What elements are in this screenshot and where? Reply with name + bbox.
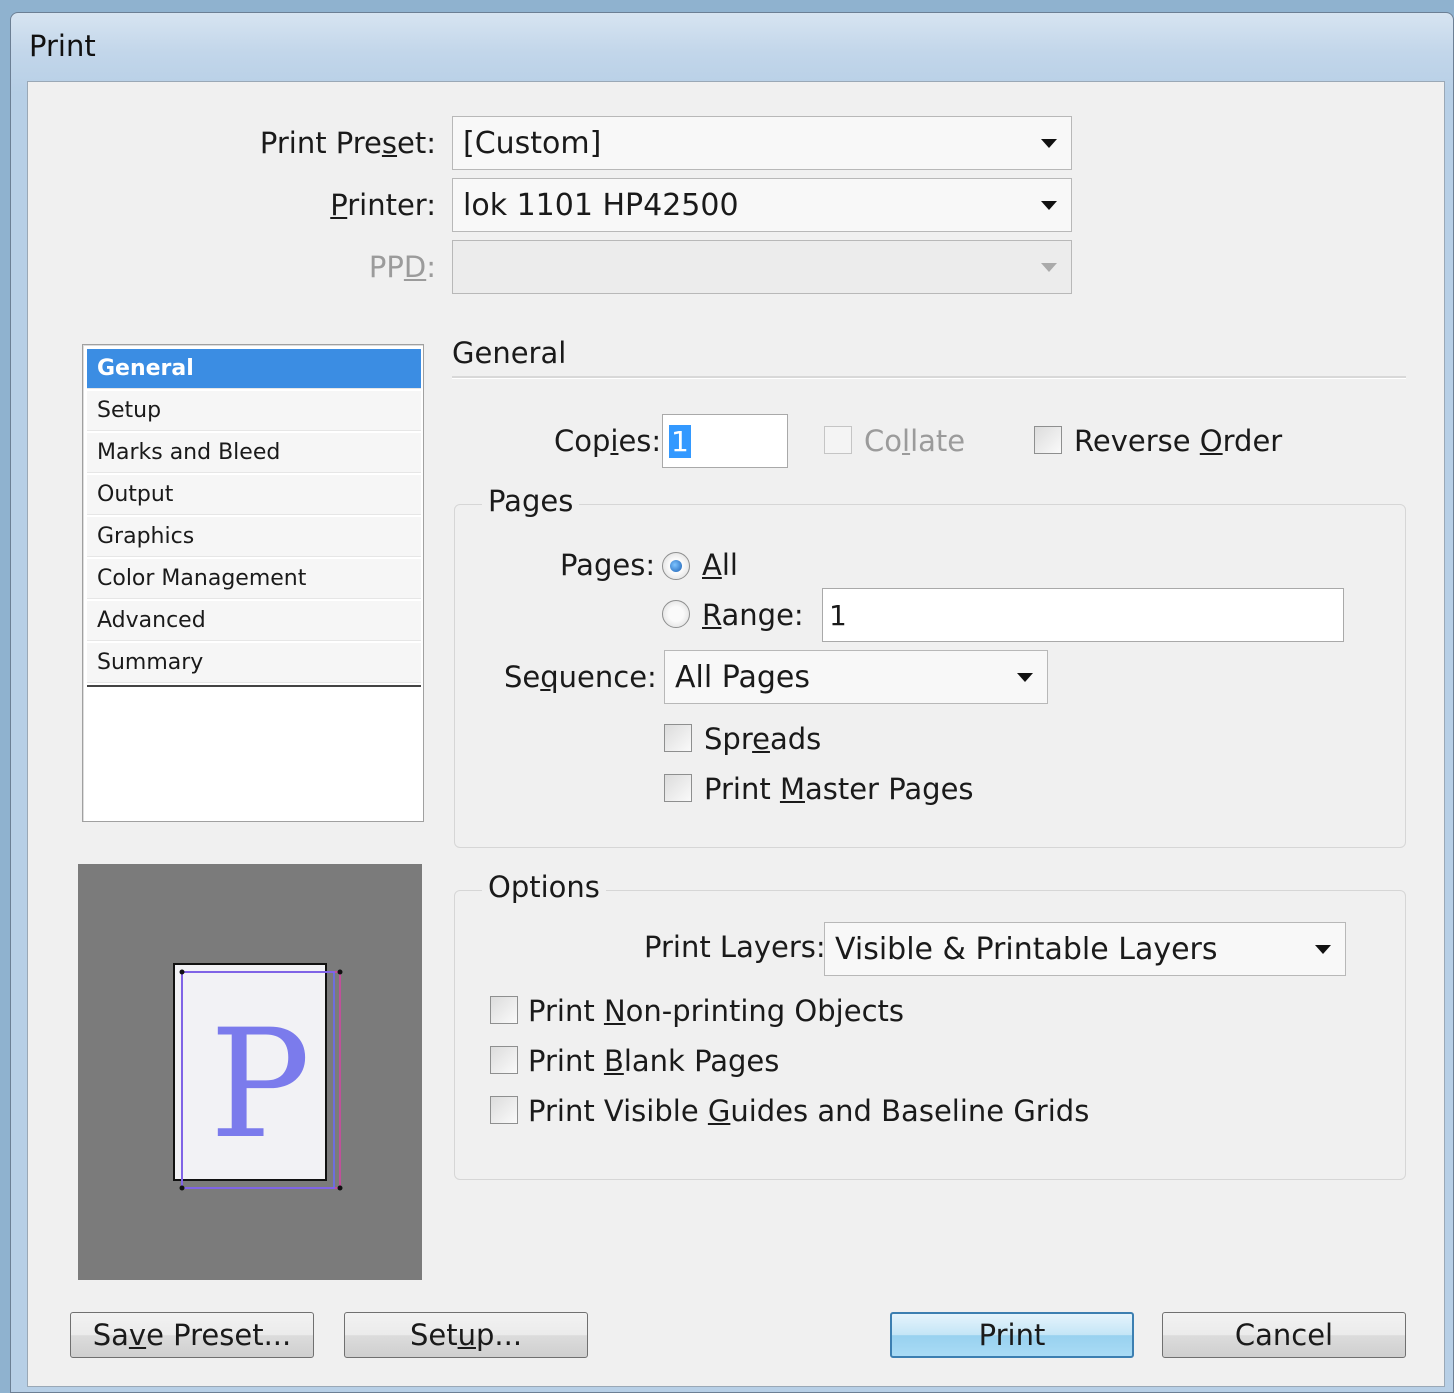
chevron-down-icon: [1041, 139, 1057, 148]
sequence-select[interactable]: All Pages: [664, 650, 1048, 704]
printer-value: lok 1101 HP42500: [463, 187, 739, 223]
print-blank-pages-checkbox[interactable]: [490, 1046, 518, 1074]
options-group-title: Options: [482, 870, 606, 904]
print-master-pages-checkbox[interactable]: [664, 774, 692, 802]
printer-label: Printer:: [330, 188, 436, 222]
page-preview-graphic: P: [173, 963, 343, 1191]
print-nonprinting-checkbox[interactable]: [490, 996, 518, 1024]
collate-checkbox[interactable]: [824, 426, 852, 454]
preview-letter: P: [210, 998, 311, 1172]
cancel-button[interactable]: Cancel: [1162, 1312, 1406, 1358]
chevron-down-icon: [1041, 201, 1057, 210]
pages-range-radio[interactable]: [662, 600, 690, 628]
chevron-down-icon: [1315, 945, 1331, 954]
spreads-checkbox[interactable]: [664, 724, 692, 752]
print-preset-value: [Custom]: [463, 125, 602, 161]
printer-select[interactable]: lok 1101 HP42500: [452, 178, 1072, 232]
print-nonprinting-label: Print Non-printing Objects: [528, 994, 904, 1028]
window-title: Print: [29, 29, 96, 63]
print-blank-pages-label: Print Blank Pages: [528, 1044, 780, 1078]
print-guides-label: Print Visible Guides and Baseline Grids: [528, 1094, 1090, 1128]
print-layers-select[interactable]: Visible & Printable Layers: [824, 922, 1346, 976]
print-guides-checkbox[interactable]: [490, 1096, 518, 1124]
sidebar-item-marks-and-bleed[interactable]: Marks and Bleed: [87, 433, 421, 473]
reverse-order-label: Reverse Order: [1074, 424, 1283, 458]
page-preview: P: [78, 864, 422, 1280]
collate-label: Collate: [864, 424, 966, 458]
ppd-select[interactable]: [452, 240, 1072, 294]
setup-button[interactable]: Setup...: [344, 1312, 588, 1358]
sidebar-item-output[interactable]: Output: [87, 475, 421, 515]
dialog-client-area: Print Preset: [Custom] Printer: lok 1101…: [27, 81, 1445, 1387]
print-layers-value: Visible & Printable Layers: [835, 931, 1218, 967]
sidebar-item-general[interactable]: General: [87, 349, 421, 389]
sidebar-item-advanced[interactable]: Advanced: [87, 601, 421, 641]
reverse-order-checkbox[interactable]: [1034, 426, 1062, 454]
sequence-value: All Pages: [675, 659, 810, 695]
category-list: General Setup Marks and Bleed Output Gra…: [82, 344, 424, 822]
pages-all-label: All: [702, 548, 738, 582]
save-preset-button[interactable]: Save Preset...: [70, 1312, 314, 1358]
pages-group-title: Pages: [482, 484, 580, 518]
sidebar-item-summary[interactable]: Summary: [87, 643, 421, 683]
print-dialog-window: Print Print Preset: [Custom] Printer: lo…: [10, 12, 1454, 1393]
print-master-pages-label: Print Master Pages: [704, 772, 974, 806]
section-title: General: [452, 336, 567, 370]
spreads-label: Spreads: [704, 722, 822, 756]
print-preset-select[interactable]: [Custom]: [452, 116, 1072, 170]
chevron-down-icon: [1017, 673, 1033, 682]
list-divider: [87, 685, 421, 687]
pages-label: Pages:: [560, 548, 656, 582]
sidebar-item-graphics[interactable]: Graphics: [87, 517, 421, 557]
pages-all-radio[interactable]: [662, 552, 690, 580]
sidebar-item-color-management[interactable]: Color Management: [87, 559, 421, 599]
print-preset-label: Print Preset:: [259, 126, 436, 160]
sidebar-item-setup[interactable]: Setup: [87, 391, 421, 431]
sequence-label: Sequence:: [504, 660, 657, 694]
pages-range-label: Range:: [702, 598, 804, 632]
copies-input[interactable]: 1: [662, 414, 788, 468]
copies-label: Copies:: [554, 424, 662, 458]
print-layers-label: Print Layers:: [644, 930, 826, 964]
print-button[interactable]: Print: [890, 1312, 1134, 1358]
range-input[interactable]: 1: [822, 588, 1344, 642]
section-divider: [452, 376, 1406, 379]
ppd-label: PPD:: [368, 250, 436, 284]
chevron-down-icon: [1041, 263, 1057, 272]
